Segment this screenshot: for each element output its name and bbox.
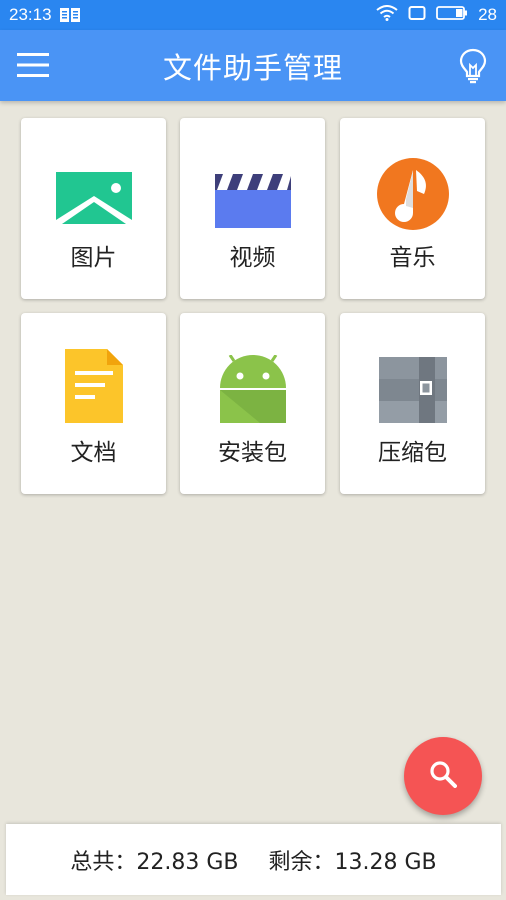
storage-total: 总共：22.83 GB <box>70 849 239 875</box>
search-fab-button[interactable] <box>404 737 482 815</box>
status-bar: 23:13 28 <box>0 0 506 30</box>
search-icon <box>429 760 457 792</box>
menu-icon[interactable] <box>17 52 49 78</box>
storage-free: 剩余：13.28 GB <box>268 849 437 875</box>
category-card-images[interactable]: 图片 <box>21 118 166 299</box>
archive-icon <box>340 313 485 423</box>
category-card-videos[interactable]: 视频 <box>180 118 325 299</box>
document-icon <box>21 313 166 423</box>
page-title: 文件助手管理 <box>162 50 343 85</box>
category-label: 文档 <box>70 440 117 466</box>
wifi-icon <box>376 5 398 25</box>
app-bar: 文件助手管理 <box>0 30 506 101</box>
category-card-documents[interactable]: 文档 <box>21 313 166 494</box>
category-card-apks[interactable]: 安装包 <box>180 313 325 494</box>
music-icon <box>340 118 485 230</box>
category-label: 视频 <box>229 245 276 271</box>
android-icon <box>180 313 325 423</box>
lightbulb-icon[interactable] <box>458 48 488 84</box>
screen-rotate-icon <box>408 5 426 25</box>
category-card-music[interactable]: 音乐 <box>340 118 485 299</box>
category-card-archives[interactable]: 压缩包 <box>340 313 485 494</box>
category-label: 安装包 <box>218 440 287 466</box>
book-icon <box>59 7 80 23</box>
battery-level: 28 <box>478 5 497 24</box>
storage-info-bar: 总共：22.83 GB 剩余：13.28 GB <box>6 824 501 895</box>
status-time: 23:13 <box>9 5 52 24</box>
battery-icon <box>436 5 468 25</box>
image-icon <box>21 118 166 228</box>
category-label: 压缩包 <box>378 440 447 466</box>
video-icon <box>180 118 325 228</box>
category-label: 图片 <box>70 245 117 271</box>
category-label: 音乐 <box>389 245 436 271</box>
